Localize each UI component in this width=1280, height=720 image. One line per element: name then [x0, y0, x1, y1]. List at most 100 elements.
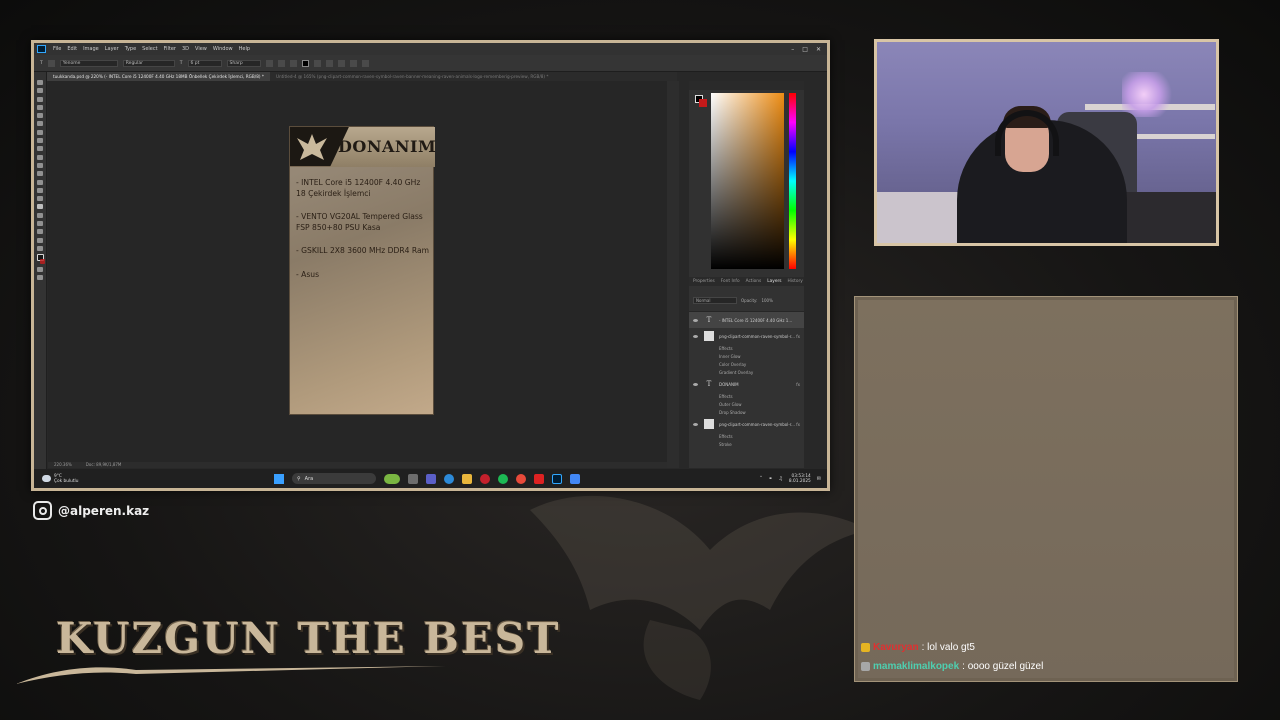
menu-type[interactable]: Type: [122, 46, 139, 52]
opera-icon[interactable]: [480, 473, 490, 484]
screen-mode-icon[interactable]: [37, 275, 43, 281]
fx-icon[interactable]: fx: [796, 422, 800, 427]
blur-tool-icon[interactable]: [37, 179, 43, 185]
visibility-eye-icon[interactable]: [693, 382, 698, 386]
menu-file[interactable]: File: [50, 46, 64, 52]
commit-icon[interactable]: [349, 59, 357, 67]
chevron-up-icon[interactable]: ˄: [760, 476, 763, 482]
menu-3d[interactable]: 3D: [179, 46, 192, 52]
fx-icon[interactable]: fx: [796, 382, 800, 387]
visibility-eye-icon[interactable]: [693, 318, 698, 322]
layer-effect[interactable]: Drop Shadow: [689, 408, 804, 416]
zoom-tool-icon[interactable]: [37, 237, 43, 243]
layer-effect[interactable]: Inner Glow: [689, 352, 804, 360]
layer-effect[interactable]: Color Overlay: [689, 360, 804, 368]
warp-text-icon[interactable]: [313, 59, 321, 67]
align-center-icon[interactable]: [277, 59, 285, 67]
windows-start-icon[interactable]: [274, 473, 284, 484]
tab-properties[interactable]: Properties: [693, 279, 715, 284]
visibility-eye-icon[interactable]: [693, 422, 698, 426]
menu-edit[interactable]: Edit: [64, 46, 80, 52]
orientation-toggle[interactable]: [47, 59, 55, 67]
type-tool-icon[interactable]: T: [40, 61, 43, 66]
type-tool-icon[interactable]: [37, 204, 43, 210]
healing-tool-icon[interactable]: [37, 129, 43, 135]
layer-filter[interactable]: [693, 289, 800, 297]
network-icon[interactable]: ⚭: [768, 476, 772, 482]
visibility-eye-icon[interactable]: [693, 334, 698, 338]
layer-row[interactable]: T - INTEL Core i5 12400F 4.40 GHz 1...: [689, 312, 804, 328]
quick-mask-icon[interactable]: [37, 266, 43, 272]
teams-icon[interactable]: [426, 473, 436, 484]
eraser-tool-icon[interactable]: [37, 162, 43, 168]
photoshop-taskbar-icon[interactable]: [552, 473, 562, 484]
shape-tool-icon[interactable]: [37, 221, 43, 227]
widgets-icon[interactable]: [384, 473, 400, 484]
chat-username[interactable]: Kavuryan: [873, 642, 919, 653]
layer-effect[interactable]: Stroke: [689, 440, 804, 448]
close-icon[interactable]: ✕: [816, 46, 821, 53]
crop-tool-icon[interactable]: [37, 113, 43, 119]
minimize-icon[interactable]: –: [791, 46, 794, 53]
chrome-icon[interactable]: [516, 473, 526, 484]
spec-line-ram[interactable]: - GSKILL 2X8 3600 MHz DDR4 Ram: [296, 246, 430, 257]
menu-help[interactable]: Help: [236, 46, 253, 52]
layer-effect[interactable]: Effects: [689, 344, 804, 352]
taskbar-search[interactable]: ⚲ Ara: [292, 473, 376, 484]
zoom-level[interactable]: 220.36%: [54, 462, 72, 468]
app-icon[interactable]: [570, 473, 580, 484]
text-color-swatch[interactable]: [301, 59, 309, 67]
align-right-icon[interactable]: [289, 59, 297, 67]
font-style-select[interactable]: Regular: [122, 59, 175, 67]
lasso-tool-icon[interactable]: [37, 96, 43, 102]
tab-untitled-4[interactable]: Untitled-4 @ 165% (png-clipart-common-ra…: [270, 72, 555, 81]
notification-icon[interactable]: ✉: [817, 476, 821, 482]
fx-icon[interactable]: fx: [796, 334, 800, 339]
layer-effect[interactable]: Gradient Overlay: [689, 368, 804, 376]
menu-select[interactable]: Select: [139, 46, 160, 52]
gradient-tool-icon[interactable]: [37, 171, 43, 177]
edge-icon[interactable]: [444, 473, 454, 484]
spec-line-cpu[interactable]: - INTEL Core i5 12400F 4.40 GHz 18 Çekir…: [296, 178, 430, 199]
opacity-value[interactable]: 100%: [761, 298, 772, 303]
eyedropper-tool-icon[interactable]: [37, 121, 43, 127]
background-swatch[interactable]: [699, 99, 707, 107]
maximize-icon[interactable]: □: [802, 46, 808, 53]
artboard[interactable]: DONANIM - INTEL Core i5 12400F 4.40 GHz …: [289, 126, 436, 415]
font-family-select[interactable]: Yenome: [59, 59, 118, 67]
cancel-icon[interactable]: [337, 59, 345, 67]
tab-history[interactable]: History: [788, 279, 803, 284]
clock[interactable]: 03:53:14 8.01.2025: [789, 474, 811, 484]
menu-window[interactable]: Window: [210, 46, 236, 52]
layer-effect[interactable]: Effects: [689, 432, 804, 440]
dodge-tool-icon[interactable]: [37, 187, 43, 193]
file-explorer-icon[interactable]: [462, 473, 472, 484]
tab-actions[interactable]: Actions: [746, 279, 762, 284]
quick-select-tool-icon[interactable]: [37, 104, 43, 110]
panels-toggle-icon[interactable]: [325, 59, 333, 67]
weather-widget[interactable]: 9°C Çok bulutlu: [34, 474, 274, 484]
menu-layer[interactable]: Layer: [102, 46, 122, 52]
marquee-tool-icon[interactable]: [37, 88, 43, 94]
blend-mode-select[interactable]: Normal: [693, 297, 737, 304]
color-picker-field[interactable]: [711, 93, 784, 269]
spotify-icon[interactable]: [498, 473, 508, 484]
tab-font-info[interactable]: Font Info: [721, 279, 740, 284]
hand-tool-icon[interactable]: [37, 229, 43, 235]
task-view-icon[interactable]: [408, 473, 418, 484]
tab-layers[interactable]: Layers: [767, 279, 781, 284]
chat-username[interactable]: mamaklimalkopek: [873, 661, 959, 672]
move-tool-icon[interactable]: [37, 80, 43, 85]
layer-row[interactable]: T DONANIM fx: [689, 376, 804, 392]
align-left-icon[interactable]: [265, 59, 273, 67]
tab-tuukkanda[interactable]: tuukkanda.psd @ 220% (- INTEL Core i5 12…: [47, 72, 270, 81]
layer-row[interactable]: png-clipart-common-raven-symbol-r... fx: [689, 416, 804, 432]
background-color-swatch[interactable]: [40, 258, 45, 264]
spec-line-case[interactable]: - VENTO VG20AL Tempered Glass FSP 850+80…: [296, 212, 430, 233]
path-select-tool-icon[interactable]: [37, 212, 43, 218]
stamp-tool-icon[interactable]: [37, 146, 43, 152]
layer-effect[interactable]: Outer Glow: [689, 400, 804, 408]
obs-icon[interactable]: [534, 473, 544, 484]
layer-effect[interactable]: Effects: [689, 392, 804, 400]
anti-alias-select[interactable]: Sharp: [226, 59, 261, 67]
